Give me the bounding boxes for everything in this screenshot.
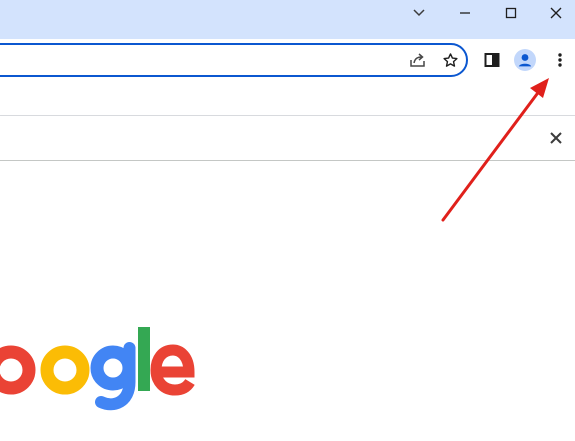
minimize-button[interactable]: [442, 0, 488, 26]
star-icon: [442, 52, 458, 67]
annotation-arrow-head: [530, 78, 549, 98]
bookmark-button[interactable]: [435, 45, 465, 75]
browser-toolbar: [0, 39, 575, 81]
chevron-down-icon: [413, 9, 425, 17]
profile-button[interactable]: [510, 45, 540, 75]
share-button[interactable]: [403, 45, 433, 75]
side-panel-icon: [484, 53, 500, 67]
logo-letter-l-green: [138, 327, 150, 391]
close-window-button[interactable]: [533, 0, 575, 26]
close-icon: [550, 132, 562, 144]
google-logo: [0, 327, 195, 411]
chrome-menu-button[interactable]: [545, 45, 575, 75]
infobar: [0, 116, 575, 161]
profile-avatar-icon: [514, 49, 536, 71]
maximize-button[interactable]: [488, 0, 534, 26]
tab-search-button[interactable]: [396, 0, 442, 26]
share-icon: [410, 53, 425, 67]
minimize-icon: [460, 12, 470, 14]
maximize-icon: [505, 7, 517, 19]
logo-letter-o-red: [0, 345, 36, 395]
address-bar[interactable]: [0, 43, 468, 77]
infobar-close-button[interactable]: [541, 123, 571, 153]
logo-letter-o-yellow: [40, 345, 90, 395]
title-bar: [0, 0, 575, 39]
kebab-menu-icon: [558, 53, 562, 67]
logo-letter-g-blue: [90, 342, 136, 411]
side-panel-button[interactable]: [477, 45, 507, 75]
logo-letter-e-red: [150, 344, 195, 396]
close-icon: [550, 7, 562, 19]
